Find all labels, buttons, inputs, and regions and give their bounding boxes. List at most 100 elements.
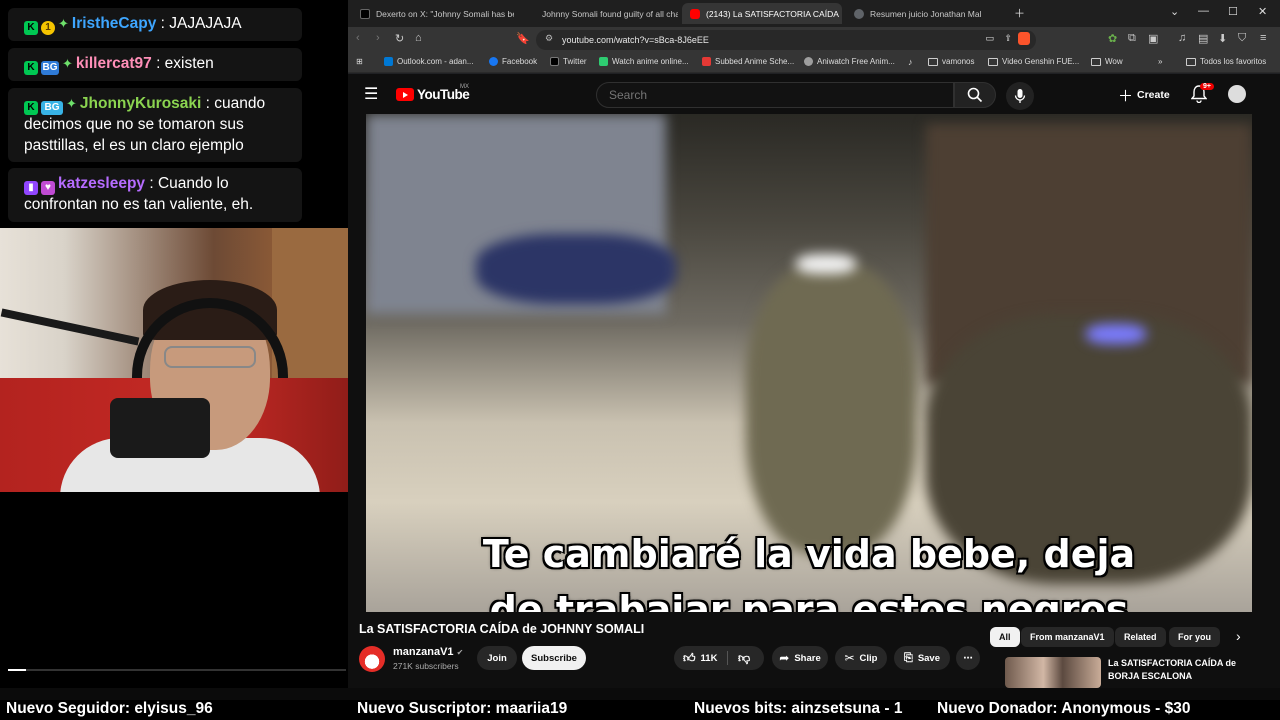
hamburger-menu-icon[interactable]: ☰ xyxy=(364,84,378,104)
tab-list-icon[interactable]: ⌄ xyxy=(1170,5,1179,18)
bookmark-label: Twitter xyxy=(563,57,587,66)
subscribe-button[interactable]: Subscribe xyxy=(522,646,586,670)
share-page-icon[interactable]: ⇪ xyxy=(1004,33,1012,44)
url-text: youtube.com/watch?v=sBca-8J6eEE xyxy=(562,35,709,45)
person-blur xyxy=(746,264,916,554)
like-count: 11K xyxy=(700,652,718,664)
recommendation-chips: All From manzanaV1 Related For you › xyxy=(990,627,1280,649)
create-button[interactable]: ＋ Create xyxy=(1118,84,1170,106)
x-icon xyxy=(550,57,559,66)
site-info-icon[interactable]: ⚙ xyxy=(545,33,553,44)
bookmark-folder-genshin[interactable]: Video Genshin FUE... xyxy=(988,57,1079,66)
menu-icon[interactable]: ≡ xyxy=(1260,32,1266,44)
clip-button[interactable]: ✂ Clip xyxy=(835,646,887,670)
browser-tab[interactable]: Johnny Somali found guilty of all cha xyxy=(518,3,678,24)
browser-tab[interactable]: Resumen juicio Jonathan Mal xyxy=(846,3,1006,24)
brave-shield-icon[interactable] xyxy=(1018,32,1030,45)
minimize-icon[interactable]: — xyxy=(1198,5,1209,17)
reload-icon[interactable]: ↻ xyxy=(395,32,404,45)
plus-icon: ＋ xyxy=(1118,87,1134,105)
cast-icon[interactable]: ▭ xyxy=(985,33,994,44)
voice-search-button[interactable] xyxy=(1006,82,1034,110)
channel-avatar[interactable] xyxy=(359,646,385,672)
extension-leaf-icon[interactable]: ✿ xyxy=(1108,32,1117,45)
media-icon[interactable]: ♫ xyxy=(1178,32,1186,44)
youtube-logo[interactable]: YouTube xyxy=(396,87,470,102)
recommended-video-title[interactable]: La SATISFACTORIA CAÍDA de BORJA ESCALONA xyxy=(1108,657,1268,683)
join-label: Join xyxy=(487,652,507,664)
back-icon[interactable]: ‹ xyxy=(356,32,360,44)
bookmark-twitter[interactable]: Twitter xyxy=(550,57,587,66)
overlay-progress xyxy=(8,669,346,671)
new-tab-icon[interactable]: ＋ xyxy=(1014,5,1025,21)
sidebar-icon[interactable]: ▤ xyxy=(1198,32,1208,45)
chat-message: K 1 ✦ IristheCapy : JAJAJAJA xyxy=(8,8,302,41)
folder-icon xyxy=(988,57,998,66)
more-actions-button[interactable]: ⋯ xyxy=(956,646,980,670)
heart-badge-icon: ♥ xyxy=(41,181,55,195)
browser-tab[interactable]: Dexerto on X: "Johnny Somali has be xyxy=(352,3,514,24)
scissors-icon: ✂ xyxy=(844,651,855,665)
save-label: Save xyxy=(917,652,940,664)
video-player[interactable]: Te cambiaré la vida bebe, deja de trabaj… xyxy=(366,114,1252,612)
tab-title: Dexerto on X: "Johnny Somali has be xyxy=(376,8,514,19)
chip-from-channel[interactable]: From manzanaV1 xyxy=(1021,627,1114,647)
x-icon xyxy=(360,8,370,19)
globe-icon xyxy=(854,8,864,19)
vpn-icon[interactable]: ⛉ xyxy=(1238,32,1246,45)
browser-tab-active[interactable]: (2143) La SATISFACTORIA CAÍDA ✕ xyxy=(682,3,842,24)
like-icon[interactable]: 👍︎ xyxy=(683,651,696,666)
bookmark-aniwatch[interactable]: Aniwatch Free Anim... xyxy=(804,57,895,66)
bookmark-facebook[interactable]: Facebook xyxy=(489,57,537,66)
bookmark-tiktok[interactable]: ♪ xyxy=(908,57,913,67)
bookmark-subbed-anime[interactable]: Subbed Anime Sche... xyxy=(702,57,794,66)
extensions-icon[interactable]: ⧉ xyxy=(1128,32,1136,45)
account-avatar[interactable] xyxy=(1228,85,1246,103)
join-button[interactable]: Join xyxy=(477,646,517,670)
aniwatch-icon xyxy=(804,57,813,66)
folder-icon xyxy=(928,57,938,66)
search-button[interactable] xyxy=(954,82,996,108)
notification-count-badge: 9+ xyxy=(1200,83,1214,90)
apps-icon[interactable]: ⊞ xyxy=(356,57,363,66)
downloads-icon[interactable]: ⬇ xyxy=(1218,32,1227,45)
wallet-icon[interactable]: ▣ xyxy=(1148,32,1158,45)
chips-next-icon[interactable]: › xyxy=(1236,628,1241,644)
microphone-icon xyxy=(1014,89,1026,103)
bookmark-label: Subbed Anime Sche... xyxy=(715,57,795,66)
share-button[interactable]: ➦ Share xyxy=(772,646,828,670)
dislike-icon[interactable]: 👎︎ xyxy=(738,651,750,666)
save-button[interactable]: ⎘ Save xyxy=(894,646,950,670)
chip-for-you[interactable]: For you xyxy=(1169,627,1220,647)
bookmark-label: Aniwatch Free Anim... xyxy=(817,57,895,66)
home-icon[interactable]: ⌂ xyxy=(415,32,422,44)
prime-badge-icon: K xyxy=(24,101,38,115)
video-subtitle-line-2: de trabajar para estos negros xyxy=(489,588,1129,612)
chat-username: JhonnyKurosaki xyxy=(79,95,202,112)
address-bar[interactable]: ⚙ youtube.com/watch?v=sBca-8J6eEE ▭ ⇪ xyxy=(536,30,1036,50)
bookmark-outlook[interactable]: Outlook.com - adan... xyxy=(384,57,473,66)
chip-related[interactable]: Related xyxy=(1115,627,1166,647)
channel-name[interactable]: manzanaV1 ✔ xyxy=(393,646,463,658)
chat-text: : JAJAJAJA xyxy=(160,15,242,32)
chip-all[interactable]: All xyxy=(990,627,1020,647)
twitch-badge-icon: ▮ xyxy=(24,181,38,195)
bookmark-folder-all[interactable]: Todos los favoritos xyxy=(1186,57,1266,66)
video-title: La SATISFACTORIA CAÍDA de JOHNNY SOMALI xyxy=(359,622,645,636)
bookmark-folder-vamonos[interactable]: vamonos xyxy=(928,57,974,66)
ticker-subscriber: Nuevo Suscriptor: maariia19 xyxy=(357,700,568,717)
tiktok-icon: ♪ xyxy=(908,57,913,67)
close-window-icon[interactable]: ✕ xyxy=(1258,5,1267,18)
maximize-icon[interactable]: ☐ xyxy=(1228,5,1238,18)
page-icon xyxy=(526,9,536,19)
forward-icon[interactable]: › xyxy=(376,32,380,44)
bookmark-watch-anime[interactable]: Watch anime online... xyxy=(599,57,689,66)
bookmark-icon[interactable]: 🔖 xyxy=(516,32,530,45)
more-bookmarks-icon[interactable]: » xyxy=(1158,57,1162,66)
search-input[interactable] xyxy=(596,82,954,108)
bookmark-folder-wow[interactable]: Wow xyxy=(1091,57,1123,66)
recommended-video-thumbnail[interactable] xyxy=(1005,657,1101,688)
chat-message: K BG ✦ JhonnyKurosaki : cuando decimos que … xyxy=(8,88,302,162)
ticker-donor: Nuevo Donador: Anonymous - $30 xyxy=(937,700,1191,717)
sub-badge-icon: BG xyxy=(41,101,63,115)
